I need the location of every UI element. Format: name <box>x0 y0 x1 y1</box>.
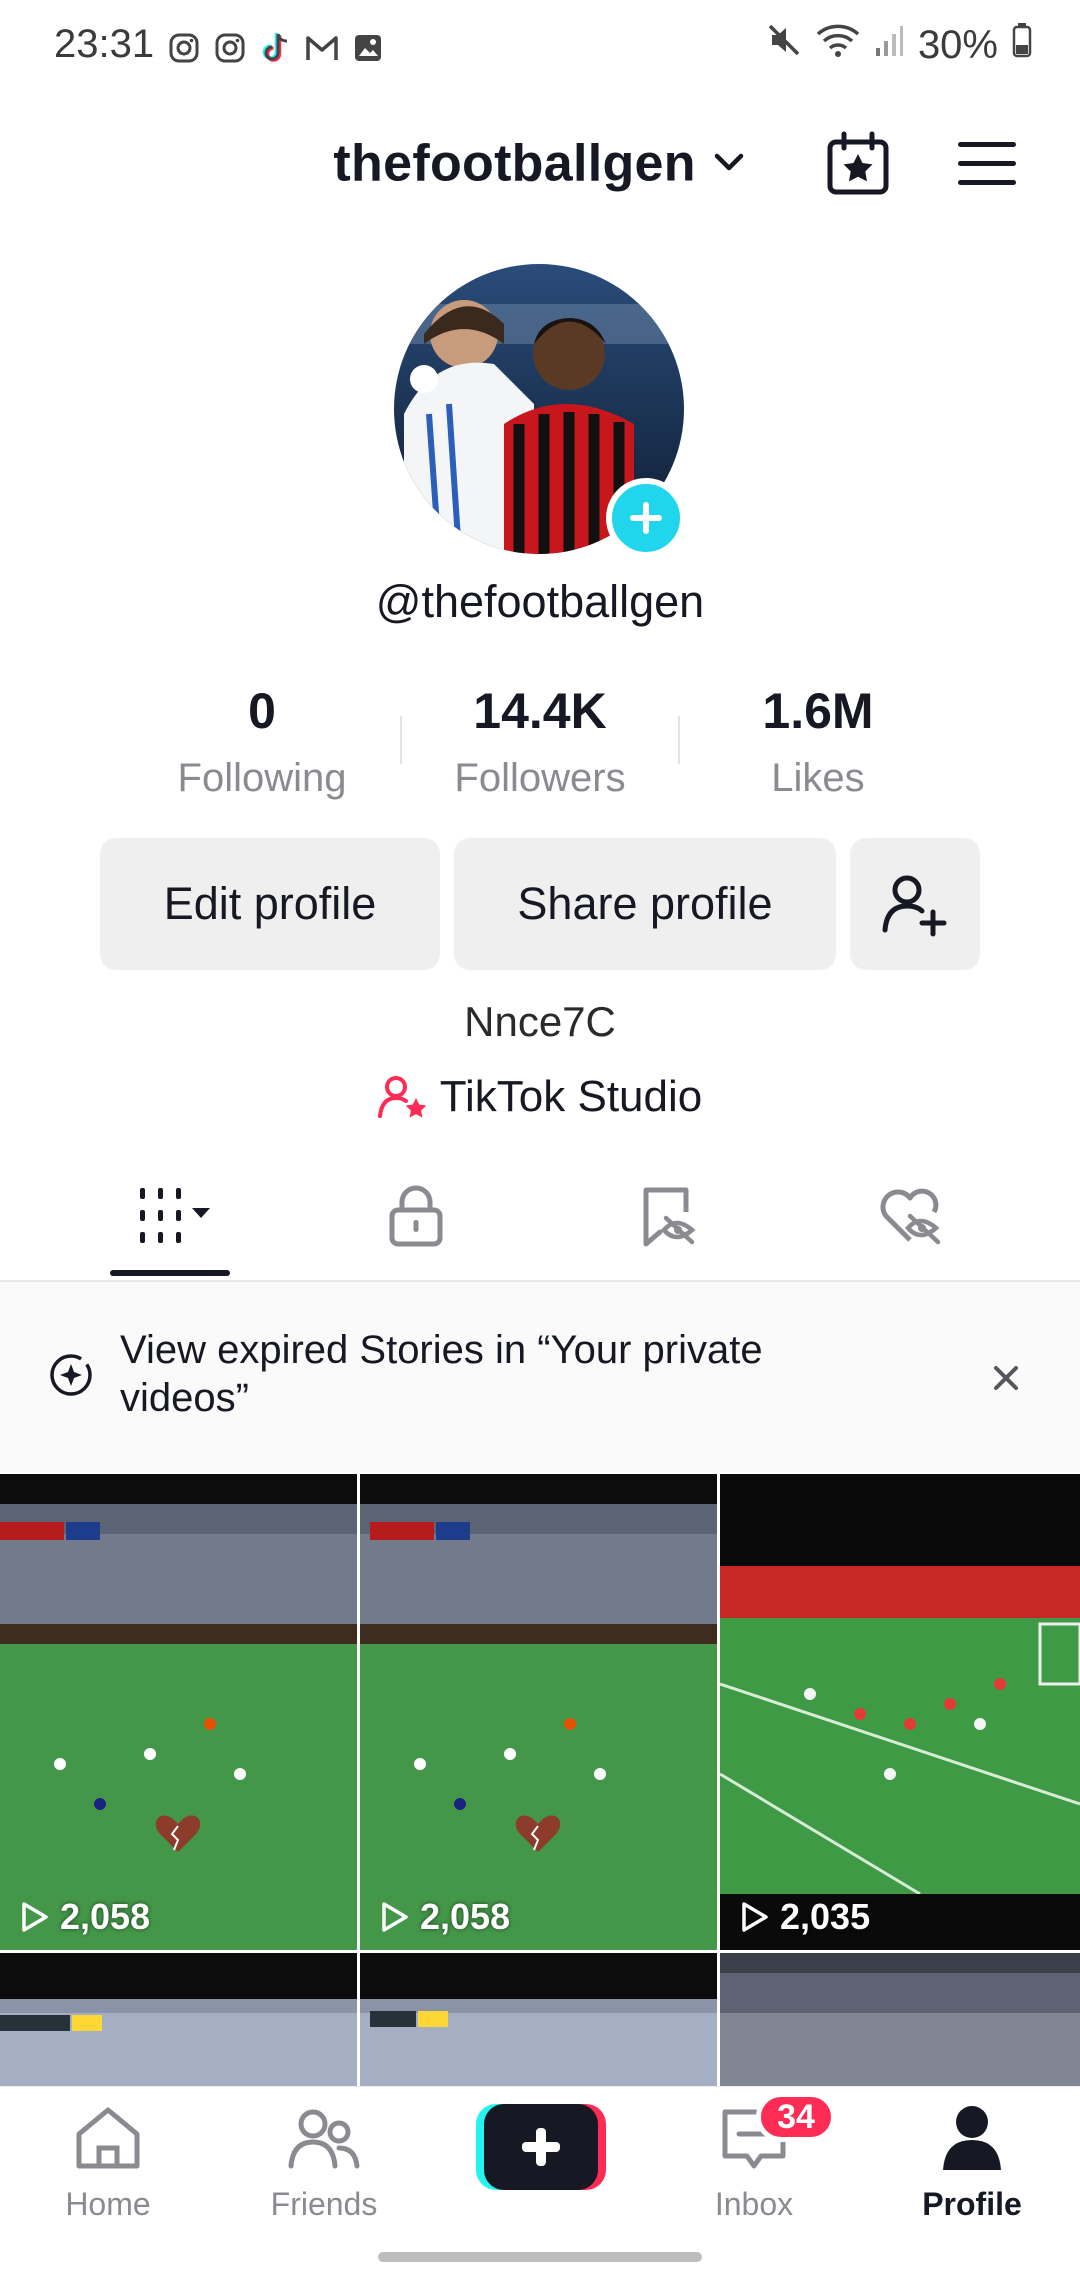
tiktok-icon <box>258 30 294 66</box>
status-right: 30% <box>766 22 1032 68</box>
view-count: 2,035 <box>738 1896 870 1938</box>
banner-text: View expired Stories in “Your private vi… <box>120 1328 763 1420</box>
add-friends-button[interactable] <box>850 838 980 970</box>
play-icon <box>22 1902 48 1932</box>
bio-text: Nnce7C <box>464 998 616 1045</box>
edit-profile-button[interactable]: Edit profile <box>100 838 440 970</box>
studio-label: TikTok Studio <box>439 1072 703 1121</box>
create-button[interactable] <box>476 2104 606 2190</box>
liked-icon <box>880 1188 941 1245</box>
instagram-icon <box>166 30 202 66</box>
stat-value: 14.4K <box>473 683 607 739</box>
nav-label: Profile <box>922 2186 1022 2222</box>
stat-label: Following <box>177 756 347 800</box>
add-story-button[interactable] <box>606 478 686 558</box>
stat-followers[interactable]: 14.4K Followers <box>420 682 660 801</box>
view-count: 2,058 <box>378 1896 510 1938</box>
tab-liked[interactable] <box>870 1184 950 1248</box>
battery-percent: 30% <box>917 22 998 67</box>
view-count-value: 2,058 <box>60 1896 151 1937</box>
stat-label: Likes <box>771 756 865 800</box>
home-indicator <box>378 2252 702 2262</box>
stat-following[interactable]: 0 Following <box>142 682 382 801</box>
notification-icons <box>166 30 386 66</box>
stat-divider <box>678 716 680 764</box>
active-tab-indicator <box>110 1270 230 1276</box>
tab-reposts[interactable] <box>626 1184 706 1248</box>
nav-home[interactable]: Home <box>28 2104 188 2223</box>
nav-profile[interactable]: Profile <box>892 2104 1052 2223</box>
plus-icon <box>630 502 662 534</box>
mute-icon <box>766 22 802 68</box>
header-username: thefootballgen <box>333 134 696 193</box>
videos-grid-icon <box>140 1188 210 1243</box>
video-thumbnail-4[interactable] <box>0 1953 357 2087</box>
status-bar: 23:31 30% <box>0 0 1080 100</box>
status-time: 23:31 <box>54 22 155 66</box>
stat-divider <box>400 716 402 764</box>
home-icon <box>76 2107 140 2169</box>
nav-label: Friends <box>270 2186 378 2222</box>
chevron-down-icon <box>711 134 747 192</box>
studio-user-star-icon <box>377 1076 427 1118</box>
stat-value: 1.6M <box>762 683 874 739</box>
story-sparkle-icon <box>46 1352 96 1403</box>
profile-icon <box>943 2106 1001 2170</box>
video-thumbnail-3[interactable]: 2,035 <box>720 1474 1080 1950</box>
account-switcher[interactable]: thefootballgen <box>0 130 1080 193</box>
stat-likes[interactable]: 1.6M Likes <box>698 682 938 801</box>
gallery-icon <box>350 30 386 66</box>
tiktok-studio-link[interactable]: TikTok Studio <box>0 1072 1080 1122</box>
friends-icon <box>288 2109 360 2169</box>
profile-tabs <box>0 1156 1080 1283</box>
view-count-value: 2,035 <box>780 1896 871 1937</box>
gmail-icon <box>304 30 340 66</box>
reposts-icon <box>643 1187 696 1247</box>
wifi-icon <box>816 22 860 68</box>
tab-videos[interactable] <box>120 1184 230 1248</box>
nav-label: Home <box>65 2186 151 2222</box>
hamburger-menu-icon[interactable] <box>954 134 1020 194</box>
close-icon[interactable] <box>986 1358 1026 1398</box>
calendar-star-icon[interactable] <box>822 128 894 200</box>
video-thumbnail-5[interactable] <box>360 1953 717 2087</box>
share-profile-button[interactable]: Share profile <box>454 838 836 970</box>
tab-private[interactable] <box>376 1184 456 1248</box>
signal-icon <box>874 23 904 68</box>
video-thumbnail-2[interactable]: 2,058 <box>360 1474 717 1950</box>
stat-label: Followers <box>454 756 626 800</box>
view-count-value: 2,058 <box>420 1896 511 1937</box>
view-count: 2,058 <box>18 1896 150 1938</box>
private-lock-icon <box>389 1185 443 1247</box>
nav-friends[interactable]: Friends <box>244 2104 404 2223</box>
battery-icon <box>1012 22 1032 68</box>
profile-handle: @thefootballgen <box>375 576 705 627</box>
play-icon <box>742 1902 768 1932</box>
add-user-icon <box>882 875 947 937</box>
nav-label: Inbox <box>714 2186 794 2222</box>
instagram-icon <box>212 30 248 66</box>
inbox-badge: 34 <box>756 2092 836 2142</box>
video-thumbnail-1[interactable]: 2,058 <box>0 1474 357 1950</box>
play-icon <box>382 1902 408 1932</box>
stat-value: 0 <box>248 683 276 739</box>
video-thumbnail-6[interactable] <box>720 1953 1080 2087</box>
